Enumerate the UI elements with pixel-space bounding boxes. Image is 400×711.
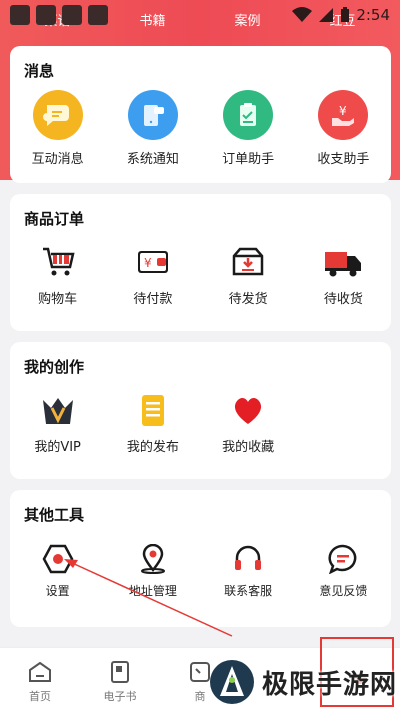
nav-home-label: 首页 — [29, 690, 51, 703]
nav-shop-label: 商 — [194, 690, 206, 703]
nav-home[interactable]: 首页 — [0, 648, 80, 711]
ebook-icon — [111, 661, 129, 683]
nav-ebook-label: 电子书 — [103, 690, 137, 703]
nav-ebook[interactable]: 电子书 — [80, 648, 160, 711]
home-icon — [29, 661, 51, 682]
watermark-logo-icon — [210, 660, 254, 704]
watermark: 极限手游网 — [208, 656, 397, 708]
annotation-arrow — [64, 559, 233, 637]
watermark-text: 极限手游网 — [262, 669, 398, 700]
